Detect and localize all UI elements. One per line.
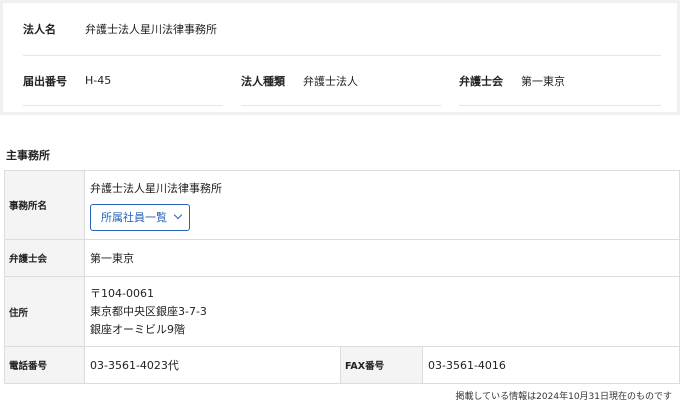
filing-no-label: 届出番号 bbox=[23, 74, 67, 88]
filing-no-cell: 届出番号 H-45 bbox=[23, 56, 223, 106]
section-title: 主事務所 bbox=[6, 149, 50, 162]
corp-type-label: 法人種類 bbox=[241, 74, 285, 88]
table-row: 住所 〒104-0061 東京都中央区銀座3-7-3 銀座オーミビル9階 bbox=[4, 276, 680, 347]
address-label: 住所 bbox=[4, 276, 85, 347]
address-building: 銀座オーミビル9階 bbox=[90, 322, 185, 336]
phone-value: 03-3561-4023代 bbox=[84, 346, 341, 384]
corp-name-value: 弁護士法人星川法律事務所 bbox=[85, 23, 217, 36]
corp-type-value: 弁護士法人 bbox=[303, 74, 358, 88]
members-list-button[interactable]: 所属社員一覧 bbox=[90, 203, 190, 231]
table-row: 事務所名 弁護士法人星川法律事務所 所属社員一覧 bbox=[4, 170, 680, 240]
corp-name-row: 法人名 弁護士法人星川法律事務所 bbox=[23, 3, 661, 56]
office-detail-table: 事務所名 弁護士法人星川法律事務所 所属社員一覧 弁護士会 第一東京 住所 〒1… bbox=[4, 170, 680, 384]
summary-panel: 法人名 弁護士法人星川法律事務所 届出番号 H-45 法人種類 弁護士法人 弁護… bbox=[0, 0, 680, 115]
footer-note: 掲載している情報は2024年10月31日現在のものです bbox=[455, 392, 672, 402]
table-row: 弁護士会 第一東京 bbox=[4, 239, 680, 277]
office-name-label: 事務所名 bbox=[4, 170, 85, 240]
corp-name-label: 法人名 bbox=[23, 23, 56, 36]
summary-card: 法人名 弁護士法人星川法律事務所 届出番号 H-45 法人種類 弁護士法人 弁護… bbox=[3, 3, 677, 112]
office-bar-value: 第一東京 bbox=[84, 239, 680, 277]
chevron-down-icon bbox=[173, 210, 183, 220]
table-row: 電話番号 03-3561-4023代 FAX番号 03-3561-4016 bbox=[4, 346, 680, 384]
bar-association-cell: 弁護士会 第一東京 bbox=[459, 56, 661, 106]
office-bar-label: 弁護士会 bbox=[4, 239, 85, 277]
address-postal: 〒104-0061 bbox=[90, 286, 154, 300]
filing-no-value: H-45 bbox=[85, 74, 112, 87]
bar-association-value: 第一東京 bbox=[521, 74, 565, 88]
office-name-cell: 弁護士法人星川法律事務所 所属社員一覧 bbox=[84, 170, 680, 240]
fax-value: 03-3561-4016 bbox=[422, 346, 680, 384]
phone-label: 電話番号 bbox=[4, 346, 85, 384]
members-list-button-label: 所属社員一覧 bbox=[101, 211, 167, 224]
address-street: 東京都中央区銀座3-7-3 bbox=[90, 304, 207, 318]
corp-type-cell: 法人種類 弁護士法人 bbox=[241, 56, 441, 106]
bar-association-label: 弁護士会 bbox=[459, 74, 503, 88]
office-name-value: 弁護士法人星川法律事務所 bbox=[90, 181, 222, 195]
fax-label: FAX番号 bbox=[340, 346, 423, 384]
address-cell: 〒104-0061 東京都中央区銀座3-7-3 銀座オーミビル9階 bbox=[84, 276, 680, 347]
